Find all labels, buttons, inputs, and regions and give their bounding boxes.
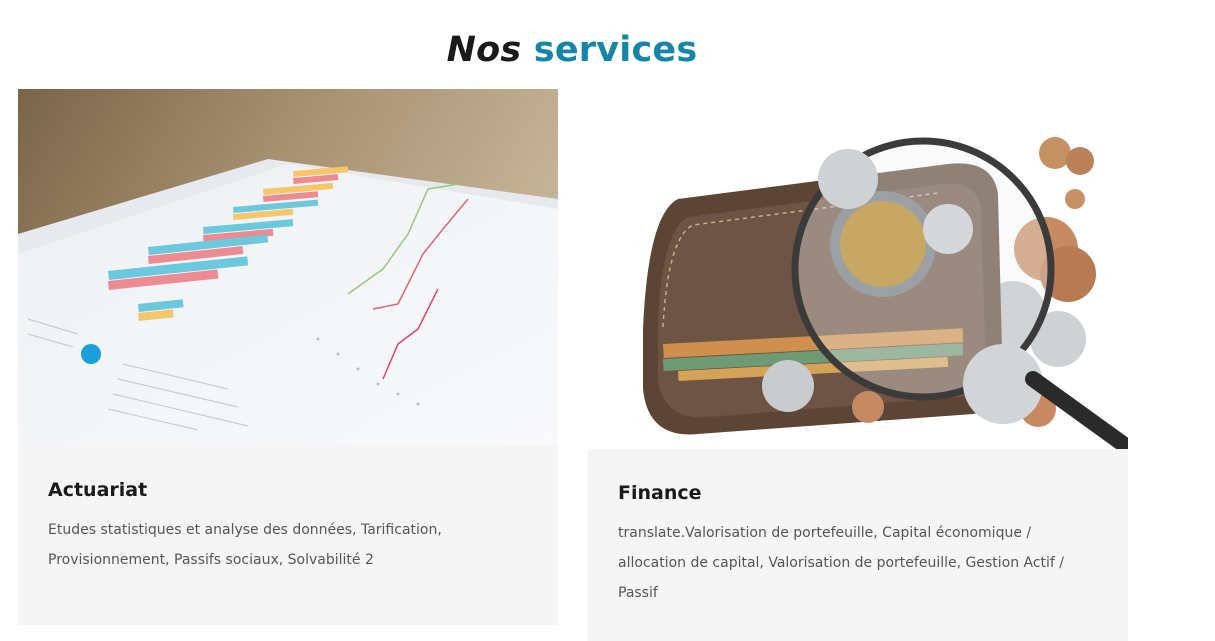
wallet-magnifier-image (588, 89, 1128, 449)
card-description: translate.Valorisation de portefeuille, … (618, 525, 1065, 601)
section-title-emphasis: Nos (446, 30, 522, 70)
card-body: Actuariat Etudes statistiques et analyse… (18, 479, 558, 575)
card-title[interactable]: Finance (618, 482, 1098, 504)
card-description: Etudes statistiques et analyse des donné… (48, 522, 442, 568)
service-card-finance[interactable]: Finance translate.Valorisation de portef… (588, 89, 1128, 641)
card-body: Finance translate.Valorisation de portef… (588, 482, 1128, 608)
charts-on-paper-image (18, 89, 558, 446)
section-title-accent: services (533, 30, 698, 70)
service-card-actuariat[interactable]: Actuariat Etudes statistiques et analyse… (18, 89, 558, 625)
section-title: Nos services (0, 30, 1144, 70)
card-title[interactable]: Actuariat (48, 479, 528, 501)
